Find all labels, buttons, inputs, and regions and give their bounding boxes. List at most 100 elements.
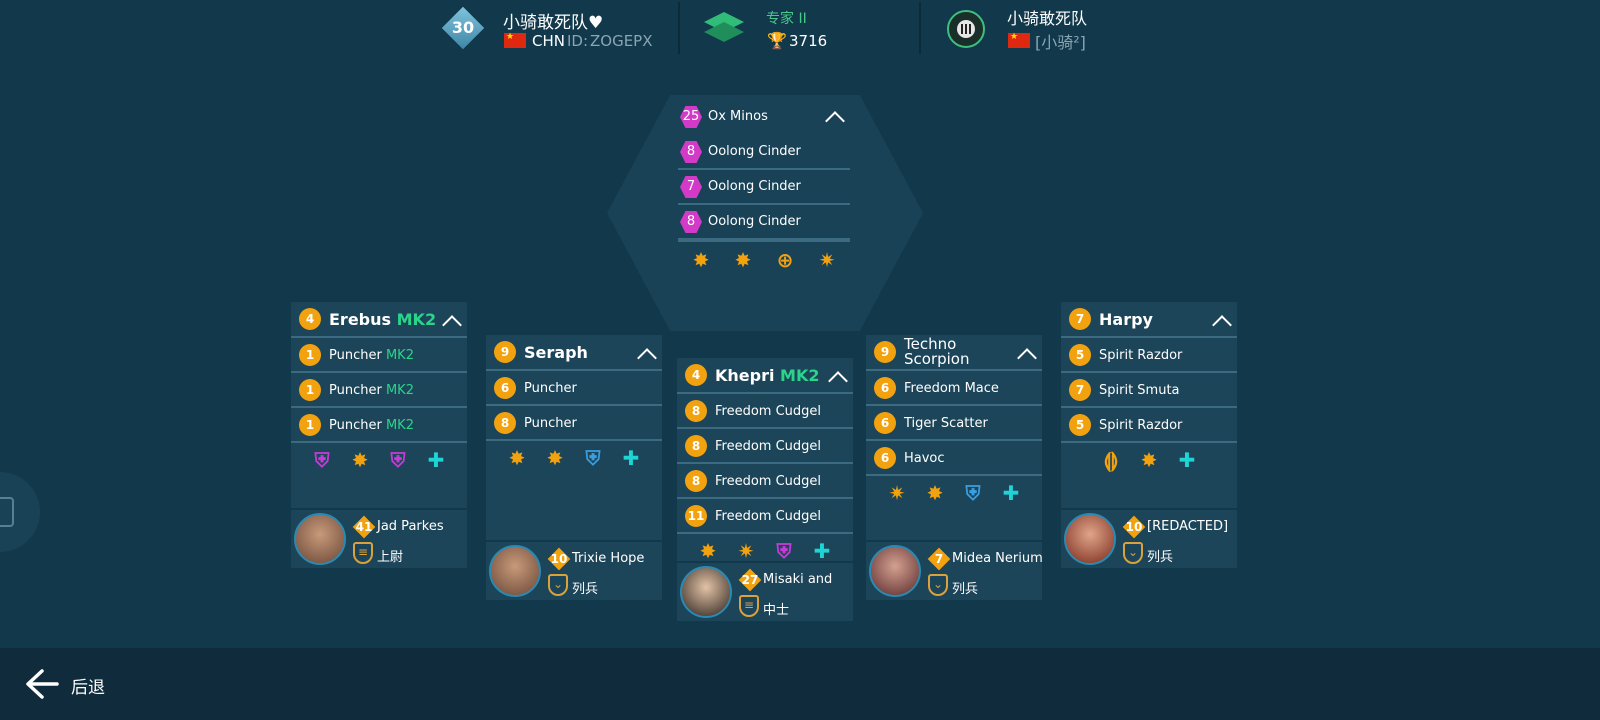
pilot-rank: 列兵 xyxy=(572,582,599,597)
pilot-panel[interactable]: 7 Midea Nerium ⌄ 列兵 xyxy=(866,542,1043,600)
pilot-avatar xyxy=(680,566,732,618)
weapon-name: Freedom Cudgel xyxy=(715,474,822,489)
pilot-avatar xyxy=(294,513,346,565)
titan-name: Ox Minos xyxy=(708,109,768,124)
side-menu-icon xyxy=(0,497,14,527)
robot-card-khepri[interactable]: 4 Khepri MK2 8 Freedom Cudgel 8 Freedom Cu… xyxy=(677,358,853,621)
robot-level: 4 xyxy=(685,364,707,386)
weapon-level: 8 xyxy=(685,400,707,422)
target-icon: ⊕ xyxy=(776,248,794,272)
repair-icon: ✷ xyxy=(818,248,836,272)
module-row: ⛨ ✸ ⛨ ✚ xyxy=(291,441,467,475)
heal-icon: ✚ xyxy=(427,448,445,472)
player-level-badge: 30 xyxy=(441,6,485,50)
collapse-chevron-icon[interactable] xyxy=(1017,348,1037,368)
robot-card-techno-scorpion[interactable]: 9 Techno Scorpion 6 Freedom Mace 6 Tiger S… xyxy=(866,335,1043,600)
pilot-avatar xyxy=(869,545,921,597)
burst-icon: ✸ xyxy=(1140,448,1158,472)
weapon-row: 6 Havoc xyxy=(866,439,1042,474)
robot-name: Seraph xyxy=(524,343,588,362)
pilot-level-badge: 10 xyxy=(547,547,571,571)
pilot-panel[interactable]: 10 Trixie Hope ⌄ 列兵 xyxy=(486,542,662,600)
robot-name: Techno Scorpion xyxy=(904,335,970,368)
weapon-name: Puncher xyxy=(524,416,577,431)
weapon-row: 6 Puncher xyxy=(486,369,662,404)
robot-card-seraph[interactable]: 9 Seraph 6 Puncher 8 Puncher ✸ ✸ ⛨ ✚ 10 Tr… xyxy=(486,335,662,600)
pilot-name: Misaki and xyxy=(763,572,833,587)
collapse-chevron-icon[interactable] xyxy=(442,315,462,335)
robot-name: Khepri MK2 xyxy=(715,366,820,385)
weapon-name: Freedom Cudgel xyxy=(715,509,822,524)
weapon-level: 6 xyxy=(874,447,896,469)
robot-level: 4 xyxy=(299,308,321,330)
pilot-panel[interactable]: 41 Jad Parkes ≡ 上尉 xyxy=(291,510,467,568)
pilot-level-badge: 27 xyxy=(738,568,762,592)
armor-icon: ⟬⟭ xyxy=(1103,448,1119,472)
shield-icon: ⛨ xyxy=(776,539,792,563)
pilot-level-badge: 41 xyxy=(352,515,376,539)
titan-header[interactable]: 25 Ox Minos xyxy=(678,100,850,135)
module-row: ⟬⟭ ✸ ✚ xyxy=(1061,441,1237,475)
burst-icon: ✸ xyxy=(546,446,564,470)
burst-icon: ✸ xyxy=(926,481,944,505)
weapon-name: Spirit Smuta xyxy=(1099,383,1180,398)
weapon-level: 5 xyxy=(1069,414,1091,436)
player-id: ZOGEPX xyxy=(590,32,653,50)
burst-icon: ✸ xyxy=(692,248,710,272)
china-flag-icon xyxy=(504,32,526,48)
burst-icon: ✸ xyxy=(734,248,752,272)
country-code: CHN xyxy=(532,32,565,50)
burst-icon: ✸ xyxy=(508,446,526,470)
header-divider xyxy=(678,2,680,54)
robot-card-erebus[interactable]: 4 Erebus MK2 1 Puncher MK2 1 Puncher MK2 1… xyxy=(291,302,467,568)
heal-icon: ✚ xyxy=(622,446,640,470)
weapon-level: 8 xyxy=(685,470,707,492)
pilot-level-badge: 7 xyxy=(927,547,951,571)
pilot-panel[interactable]: 27 Misaki and ≡ 中士 xyxy=(677,563,853,621)
heal-icon: ✚ xyxy=(1002,481,1020,505)
weapon-name: Puncher MK2 xyxy=(329,383,414,398)
weapon-level: 11 xyxy=(685,505,707,527)
collapse-chevron-icon[interactable] xyxy=(1212,315,1232,335)
back-label: 后退 xyxy=(71,678,105,698)
back-button[interactable]: 后退 xyxy=(24,664,124,704)
weapon-name: Freedom Cudgel xyxy=(715,404,822,419)
clan-emblem-icon[interactable] xyxy=(945,8,987,50)
weapon-name: Oolong Cinder xyxy=(708,214,801,229)
module-row: ✷ ✸ ⛨ ✚ xyxy=(866,474,1042,508)
weapon-name: Oolong Cinder xyxy=(708,179,801,194)
player-id-label: ID: xyxy=(567,32,589,50)
collapse-chevron-icon[interactable] xyxy=(828,371,848,391)
weapon-row: 1 Puncher MK2 xyxy=(291,371,467,406)
weapon-row: 5 Spirit Razdor xyxy=(1061,336,1237,371)
module-row: ✸ ✸ ⛨ ✚ xyxy=(486,439,662,473)
shield-icon: ⛨ xyxy=(585,446,601,470)
weapon-name: Spirit Razdor xyxy=(1099,348,1183,363)
robot-level: 9 xyxy=(494,341,516,363)
pilot-name: Midea Nerium xyxy=(952,551,1043,566)
weapon-level: 6 xyxy=(874,412,896,434)
bottom-bar: 后退 xyxy=(0,648,1600,720)
weapon-row: 6 Freedom Mace xyxy=(866,369,1042,404)
player-name[interactable]: 小骑敢死队♥ xyxy=(503,8,603,33)
weapon-name: Havoc xyxy=(904,451,945,466)
shield-icon: ⛨ xyxy=(390,448,406,472)
weapon-level: 8 xyxy=(685,435,707,457)
robot-level: 9 xyxy=(874,341,896,363)
weapon-name: Puncher MK2 xyxy=(329,418,414,433)
clan-name[interactable]: 小骑敢死队 xyxy=(1007,5,1087,29)
collapse-chevron-icon[interactable] xyxy=(825,111,845,131)
header-divider xyxy=(919,2,921,54)
weapon-level: 7 xyxy=(1069,379,1091,401)
repair-icon: ✷ xyxy=(888,481,906,505)
pilot-avatar xyxy=(489,545,541,597)
player-level: 30 xyxy=(451,18,475,37)
weapon-row: 11 Freedom Cudgel xyxy=(677,497,853,532)
weapon-row: 5 Spirit Razdor xyxy=(1061,406,1237,441)
pilot-panel[interactable]: 10 [REDACTED] ⌄ 列兵 xyxy=(1061,510,1237,568)
robot-card-harpy[interactable]: 7 Harpy 5 Spirit Razdor 7 Spirit Smuta 5 Sp… xyxy=(1061,302,1237,568)
weapon-name: Tiger Scatter xyxy=(904,416,988,431)
heal-icon: ✚ xyxy=(813,539,831,563)
rank-icon: ≡ xyxy=(353,542,373,564)
collapse-chevron-icon[interactable] xyxy=(637,348,657,368)
